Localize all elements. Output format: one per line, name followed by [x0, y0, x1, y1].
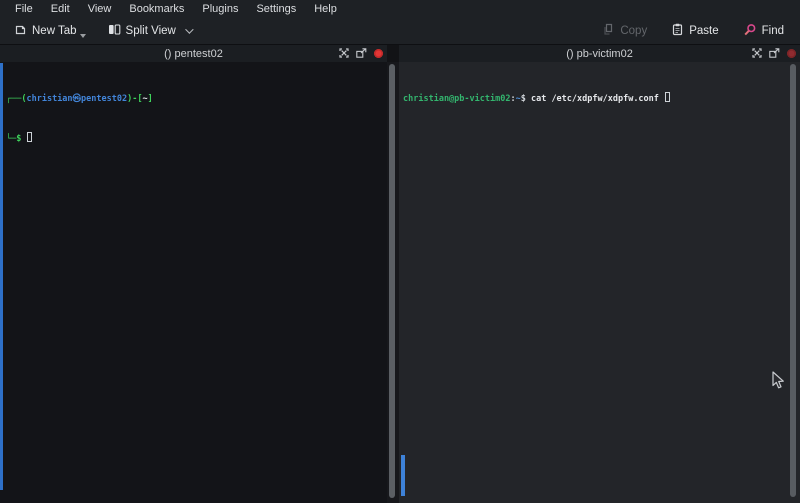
terminal-line: └─$: [6, 132, 387, 146]
konsole-window: File Edit View Bookmarks Plugins Setting…: [0, 0, 800, 503]
space: [659, 94, 664, 104]
menu-plugins[interactable]: Plugins: [193, 2, 247, 16]
pane-header-icons-right: [752, 45, 796, 62]
pane-header-pb-victim02[interactable]: () pb-victim02: [399, 45, 800, 62]
prompt-frame: ]: [148, 94, 153, 104]
prompt-frame: ┌──(: [6, 94, 26, 104]
paste-label: Paste: [689, 25, 718, 37]
find-label: Find: [762, 25, 784, 37]
prompt-user-host: christian㉿pentest02: [26, 94, 127, 104]
scroll-position-bar-left[interactable]: [0, 63, 3, 490]
split-view-label: Split View: [126, 25, 176, 37]
terminal-pane-pentest02[interactable]: ┌──(christian㉿pentest02)-[~] └─$: [0, 62, 387, 503]
terminal-cursor: [665, 92, 670, 102]
toolbar: New Tab Split View Copy Paste: [0, 18, 800, 45]
split-view-chevron-down-icon[interactable]: [185, 25, 193, 33]
pane-header-icons-left: [339, 45, 383, 62]
detach-view-icon[interactable]: [769, 45, 780, 63]
prompt-user-host: christian@pb-victim02: [403, 94, 510, 104]
new-tab-button[interactable]: New Tab: [8, 20, 92, 42]
paste-button[interactable]: Paste: [665, 20, 724, 42]
menu-bar: File Edit View Bookmarks Plugins Setting…: [0, 0, 800, 18]
new-tab-icon: [14, 23, 27, 39]
maximize-view-icon[interactable]: [339, 45, 349, 63]
find-button[interactable]: Find: [737, 20, 790, 43]
pane-header-pentest02[interactable]: () pentest02: [0, 45, 387, 62]
menu-file[interactable]: File: [6, 2, 42, 16]
scroll-position-bar-right[interactable]: [401, 455, 405, 496]
pane-title-pentest02: () pentest02: [164, 48, 223, 60]
pane-title-pb-victim02: () pb-victim02: [566, 48, 633, 60]
prompt-frame: )-[: [127, 94, 142, 104]
prompt-symbol: └─$: [6, 134, 21, 144]
menu-view[interactable]: View: [79, 2, 121, 16]
scrollbar-thumb[interactable]: [790, 64, 796, 497]
menu-settings[interactable]: Settings: [247, 2, 305, 16]
split-view-button[interactable]: Split View: [102, 20, 197, 42]
new-tab-dropdown-caret[interactable]: [80, 34, 86, 38]
menu-bookmarks[interactable]: Bookmarks: [120, 2, 193, 16]
close-button[interactable]: [374, 49, 383, 58]
pane-splitter[interactable]: [387, 62, 399, 503]
copy-label: Copy: [620, 25, 647, 37]
detach-view-icon[interactable]: [356, 45, 367, 63]
copy-button: Copy: [596, 20, 653, 42]
mouse-pointer-icon: [772, 371, 785, 395]
menu-edit[interactable]: Edit: [42, 2, 79, 16]
new-tab-label: New Tab: [32, 25, 77, 37]
terminal-pane-pb-victim02[interactable]: christian@pb-victim02:~$ cat /etc/xdpfw/…: [399, 62, 800, 503]
find-icon: [743, 23, 757, 40]
terminal-line: christian@pb-victim02:~$ cat /etc/xdpfw/…: [403, 92, 800, 106]
copy-icon: [602, 23, 615, 39]
close-button[interactable]: [787, 49, 796, 58]
scrollbar-thumb[interactable]: [389, 64, 395, 498]
terminal-line: ┌──(christian㉿pentest02)-[~]: [6, 93, 387, 106]
terminal-cursor: [27, 132, 32, 142]
menu-help[interactable]: Help: [305, 2, 346, 16]
paste-icon: [671, 23, 684, 39]
space: [21, 134, 26, 144]
command-text: cat /etc/xdpfw/xdpfw.conf: [531, 94, 659, 104]
split-view-icon: [108, 23, 121, 39]
maximize-view-icon[interactable]: [752, 45, 762, 63]
